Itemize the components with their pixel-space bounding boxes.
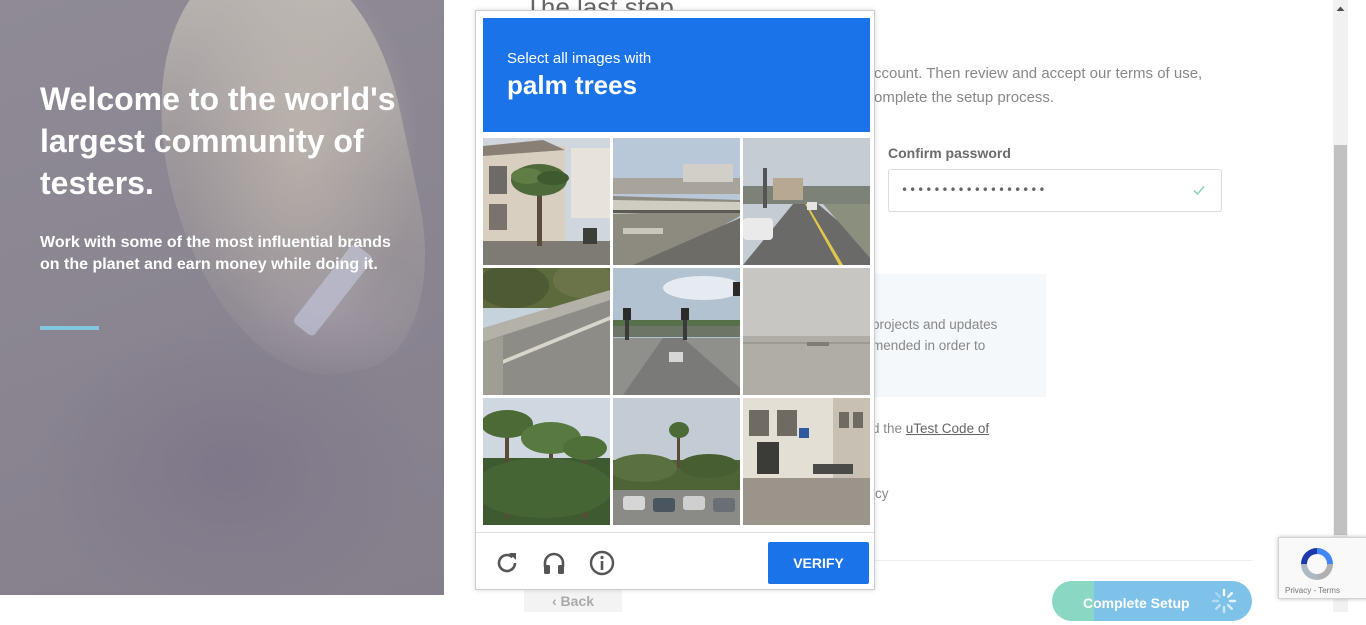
captcha-dialog: Select all images with palm trees VERIFY — [475, 10, 875, 590]
recaptcha-logo-icon — [1301, 548, 1333, 580]
hero-panel: Welcome to the world's largest community… — [0, 0, 444, 595]
recaptcha-badge[interactable]: Privacy - Terms — [1278, 537, 1366, 599]
spinner-icon — [1211, 588, 1237, 614]
info-text: projects and updates mended in order to — [872, 317, 998, 353]
verify-button[interactable]: VERIFY — [768, 542, 869, 584]
tile-building-street[interactable] — [743, 398, 870, 525]
headphones-icon[interactable] — [540, 549, 568, 577]
tile-parking-palms[interactable] — [613, 398, 740, 525]
confirm-password-label: Confirm password — [888, 145, 1011, 161]
hero-title: Welcome to the world's largest community… — [40, 81, 396, 201]
form-intro: ccount. Then review and accept our terms… — [874, 65, 1203, 106]
reload-icon[interactable] — [493, 549, 521, 577]
code-of-conduct-text: d the uTest Code of — [872, 421, 989, 436]
tile-street-road[interactable] — [743, 138, 870, 265]
back-button[interactable]: ‹ Back — [524, 589, 622, 612]
coc-prefix: d the — [872, 421, 906, 436]
captcha-target: palm trees — [507, 70, 638, 100]
captcha-footer-divider — [476, 532, 874, 533]
scroll-up-arrow-icon[interactable] — [1333, 0, 1348, 18]
captcha-header: Select all images with palm trees — [483, 18, 870, 132]
scroll-thumb[interactable] — [1334, 145, 1347, 535]
hero-accent-bar — [40, 326, 99, 330]
form-divider — [864, 560, 1252, 561]
tile-house-palm[interactable] — [483, 138, 610, 265]
tile-bridge-overpass[interactable] — [613, 138, 740, 265]
back-label: Back — [560, 593, 595, 609]
recaptcha-terms[interactable]: Privacy - Terms — [1285, 586, 1340, 595]
chevron-left-icon: ‹ — [551, 593, 561, 609]
hero-subtitle: Work with some of the most influential b… — [40, 234, 391, 273]
code-of-conduct-link[interactable]: uTest Code of — [906, 421, 989, 436]
check-icon — [1193, 185, 1205, 196]
info-icon[interactable] — [588, 549, 616, 577]
captcha-image-grid — [483, 138, 870, 525]
confirm-password-field[interactable]: •••••••••••••••••• — [888, 169, 1222, 212]
tile-foggy-water[interactable] — [743, 268, 870, 395]
tile-highway-curve[interactable] — [483, 268, 610, 395]
captcha-instruction: Select all images with — [507, 50, 652, 67]
tile-intersection-lights[interactable] — [613, 268, 740, 395]
tile-palm-trees[interactable] — [483, 398, 610, 525]
